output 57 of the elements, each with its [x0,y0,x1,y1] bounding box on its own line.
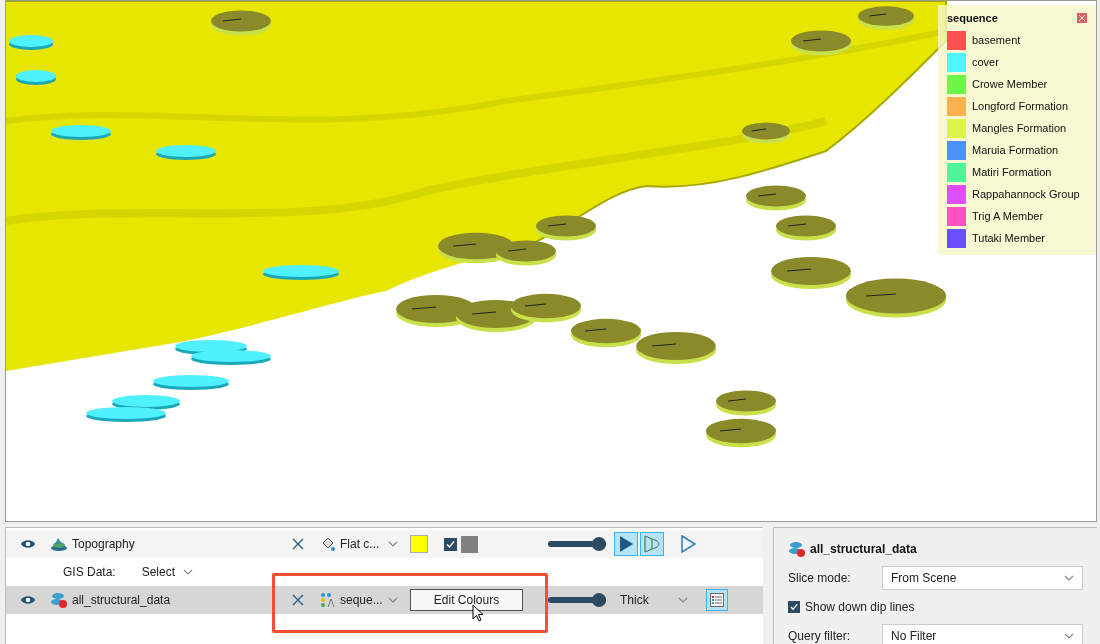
half-shape-icon [643,535,661,553]
query-filter-dropdown[interactable]: No Filter [882,624,1083,644]
solid-triangle-icon [618,535,634,553]
layer-name: all_structural_data [72,592,171,609]
legend-label: basement [972,33,1021,49]
edges-checkbox[interactable] [444,537,457,551]
opacity-slider[interactable] [548,593,606,607]
eye-icon[interactable] [20,595,36,605]
chevron-icon [183,569,194,575]
gis-data-label: GIS Data: [63,564,116,581]
legend-label: Crowe Member [972,77,1048,93]
legend-label: Tutaki Member [972,231,1045,247]
legend-title: sequence [947,11,998,26]
chevron-icon [388,541,398,547]
legend-label: Maruia Formation [972,143,1059,159]
close-icon [1079,15,1085,22]
legend-label: Longford Formation [972,99,1068,115]
checkbox[interactable] [788,601,800,613]
opacity-slider[interactable] [548,537,606,551]
3d-viewport[interactable]: sequence basement cover Crowe Member Longford Formation Mangles Formation Maruia Formation Matiri Formation Rappahannock Group Trig A Member Tutaki Member [5,0,1097,522]
legend-label: cover [972,55,999,71]
transparent-render-button[interactable] [640,532,664,556]
points-layer-icon [50,591,68,609]
legend-label: Trig A Member [972,209,1044,225]
colour-mode-dropdown[interactable]: Flat c... [316,535,402,553]
outline-triangle-icon [680,535,696,553]
chevron-icon [388,597,398,603]
layer-name: Topography [72,536,135,553]
eye-icon[interactable] [20,539,36,549]
edge-colour-swatch[interactable] [461,535,478,553]
surface-layers-icon [50,536,68,552]
category-colours-icon [320,592,336,608]
legend-icon [710,593,724,607]
chevron-icon [1064,633,1074,639]
slice-mode-dropdown[interactable]: From Scene [882,566,1083,590]
legend-label: Mangles Formation [972,121,1067,137]
points-layer-icon [788,540,806,558]
mouse-pointer-icon [472,604,484,622]
query-filter-label: Query filter: [788,628,851,644]
properties-title: all_structural_data [810,541,917,558]
close-button[interactable] [1077,13,1087,24]
legend-toggle-button[interactable] [706,589,728,611]
colour-mode-dropdown[interactable]: seque... [316,591,402,609]
edit-colours-button[interactable]: Edit Colours [410,589,523,611]
chevron-icon [678,597,688,603]
close-icon [292,594,304,606]
line-thickness-dropdown[interactable]: Thick [614,591,696,609]
chevron-icon [1064,575,1074,581]
legend-label: Matiri Formation [972,165,1052,181]
gis-data-dropdown[interactable]: Select [141,563,194,581]
close-icon [292,538,304,550]
colour-swatch[interactable] [410,535,428,553]
paint-bucket-icon [320,536,336,552]
checkbox-label: Show down dip lines [805,599,915,616]
slice-mode-label: Slice mode: [788,570,852,587]
solid-render-button[interactable] [614,532,638,556]
legend-label: Rappahannock Group [972,187,1080,203]
